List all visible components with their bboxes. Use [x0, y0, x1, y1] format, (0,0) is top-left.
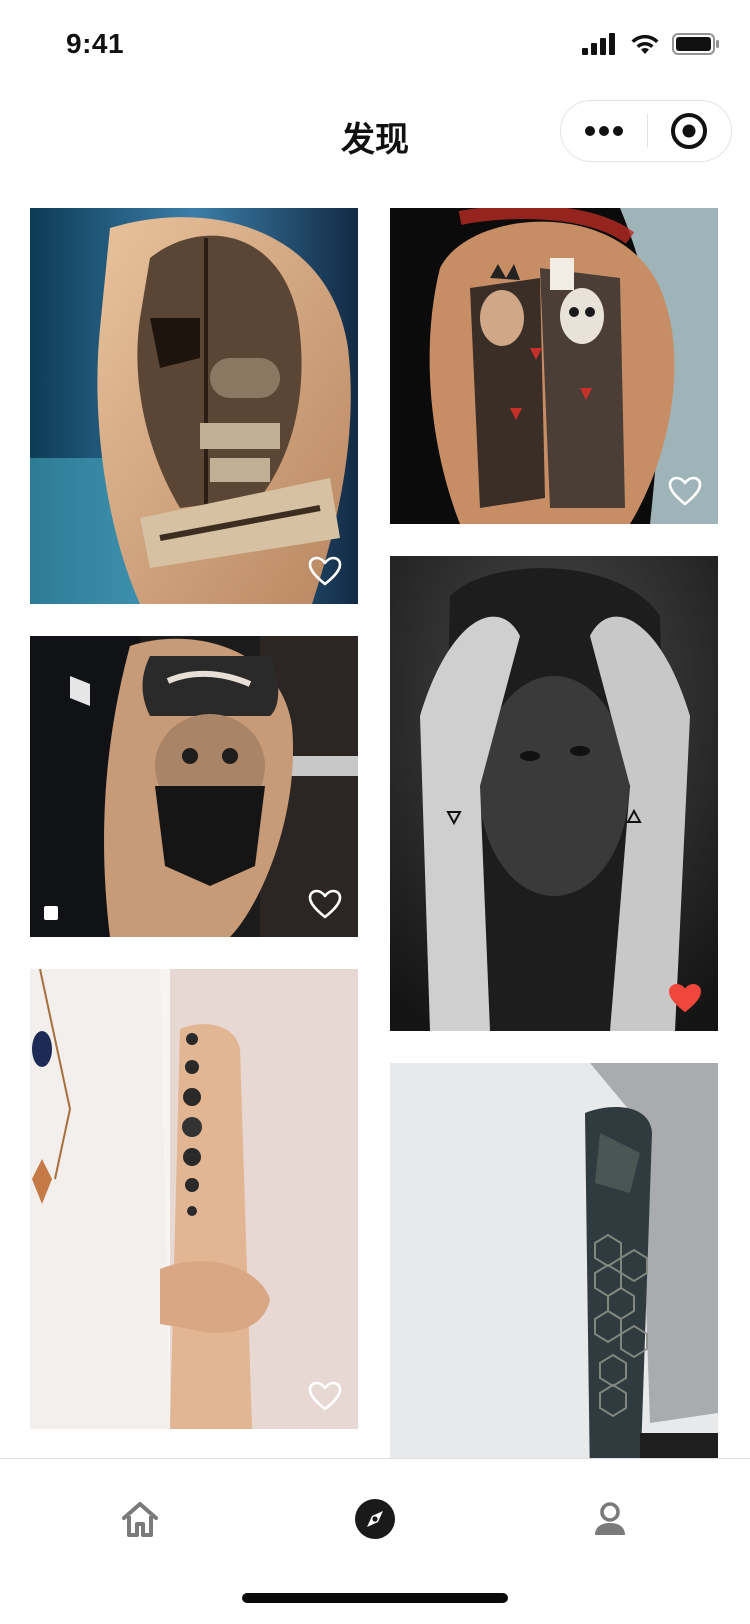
tab-home[interactable]: [110, 1489, 170, 1549]
status-icons: [582, 33, 720, 55]
discover-feed: [0, 184, 750, 1458]
feed-card[interactable]: [30, 969, 358, 1429]
bottom-tab-bar: [0, 1458, 750, 1624]
home-indicator: [242, 1593, 508, 1603]
feed-card[interactable]: [30, 208, 358, 604]
heart-outline-icon[interactable]: [308, 889, 342, 919]
tab-profile[interactable]: [580, 1489, 640, 1549]
tattoo-photo: [30, 208, 358, 604]
feed-card[interactable]: [390, 1063, 718, 1458]
tattoo-photo: [390, 1063, 718, 1458]
compass-icon: [355, 1499, 395, 1539]
status-bar: 9:41: [0, 0, 750, 88]
heart-outline-icon[interactable]: [308, 1381, 342, 1411]
heart-outline-icon[interactable]: [668, 476, 702, 506]
nav-bar: 发现: [0, 88, 750, 184]
tab-discover[interactable]: [345, 1489, 405, 1549]
heart-outline-icon[interactable]: [308, 556, 342, 586]
feed-card[interactable]: [30, 636, 358, 937]
mini-program-capsule: [560, 100, 732, 162]
feed-column-left: [30, 208, 358, 1458]
more-dots-icon: [584, 126, 623, 136]
home-icon: [122, 1502, 158, 1537]
wifi-icon: [631, 34, 659, 54]
status-time: 9:41: [66, 28, 125, 59]
tattoo-photo: [390, 556, 718, 1031]
feed-card[interactable]: [390, 208, 718, 524]
feed-column-right: [390, 208, 718, 1458]
heart-filled-icon[interactable]: [668, 983, 702, 1013]
feed-card[interactable]: [390, 556, 718, 1031]
more-button[interactable]: [561, 101, 647, 161]
target-icon: [671, 113, 708, 149]
close-button[interactable]: [648, 101, 732, 161]
signal-icon: [582, 33, 615, 55]
tattoo-photo: [30, 969, 358, 1429]
user-icon: [595, 1502, 625, 1535]
battery-icon: [672, 33, 719, 55]
